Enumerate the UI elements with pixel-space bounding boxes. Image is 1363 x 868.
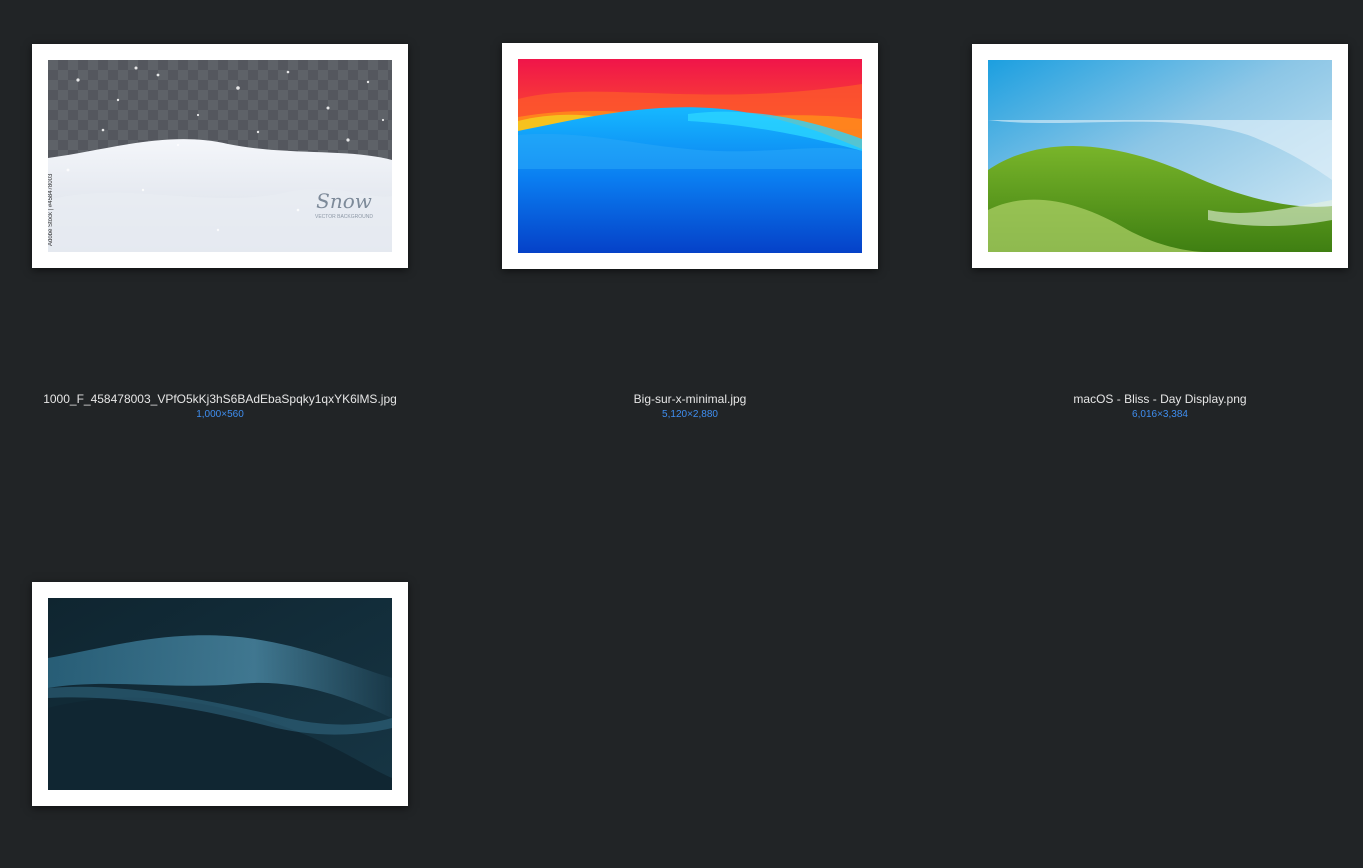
snow-logo-text: Snow: [316, 189, 372, 213]
snow-logo-subtitle: VECTOR BACKGROUND: [315, 214, 373, 220]
file-name[interactable]: 1000_F_458478003_VPfO5kKj3hS6BAdEbaSpqky…: [2, 392, 438, 406]
thumbnail-frame[interactable]: Adobe Stock | #458478003 Snow VECTOR BAC…: [32, 44, 408, 268]
file-dimensions: 6,016×3,384: [1132, 409, 1188, 420]
thumbnail-image-snow: Adobe Stock | #458478003 Snow VECTOR BAC…: [48, 60, 392, 252]
file-dimensions: 1,000×560: [196, 409, 244, 420]
thumbnail-image-bliss: [988, 60, 1332, 252]
file-grid: Adobe Stock | #458478003 Snow VECTOR BAC…: [0, 0, 1363, 868]
thumbnail-frame[interactable]: [972, 44, 1348, 268]
watermark-text: Adobe Stock | #458478003: [48, 173, 54, 246]
thumbnail-image-big-sur: [518, 59, 862, 253]
file-name[interactable]: Big-sur-x-minimal.jpg: [472, 392, 908, 406]
thumbnail-frame[interactable]: [32, 582, 408, 806]
thumbnail-image-dark-waves: [48, 598, 392, 790]
file-name[interactable]: macOS - Bliss - Day Display.png: [942, 392, 1363, 406]
thumbnail-frame[interactable]: [502, 43, 878, 269]
file-dimensions: 5,120×2,880: [662, 409, 718, 420]
